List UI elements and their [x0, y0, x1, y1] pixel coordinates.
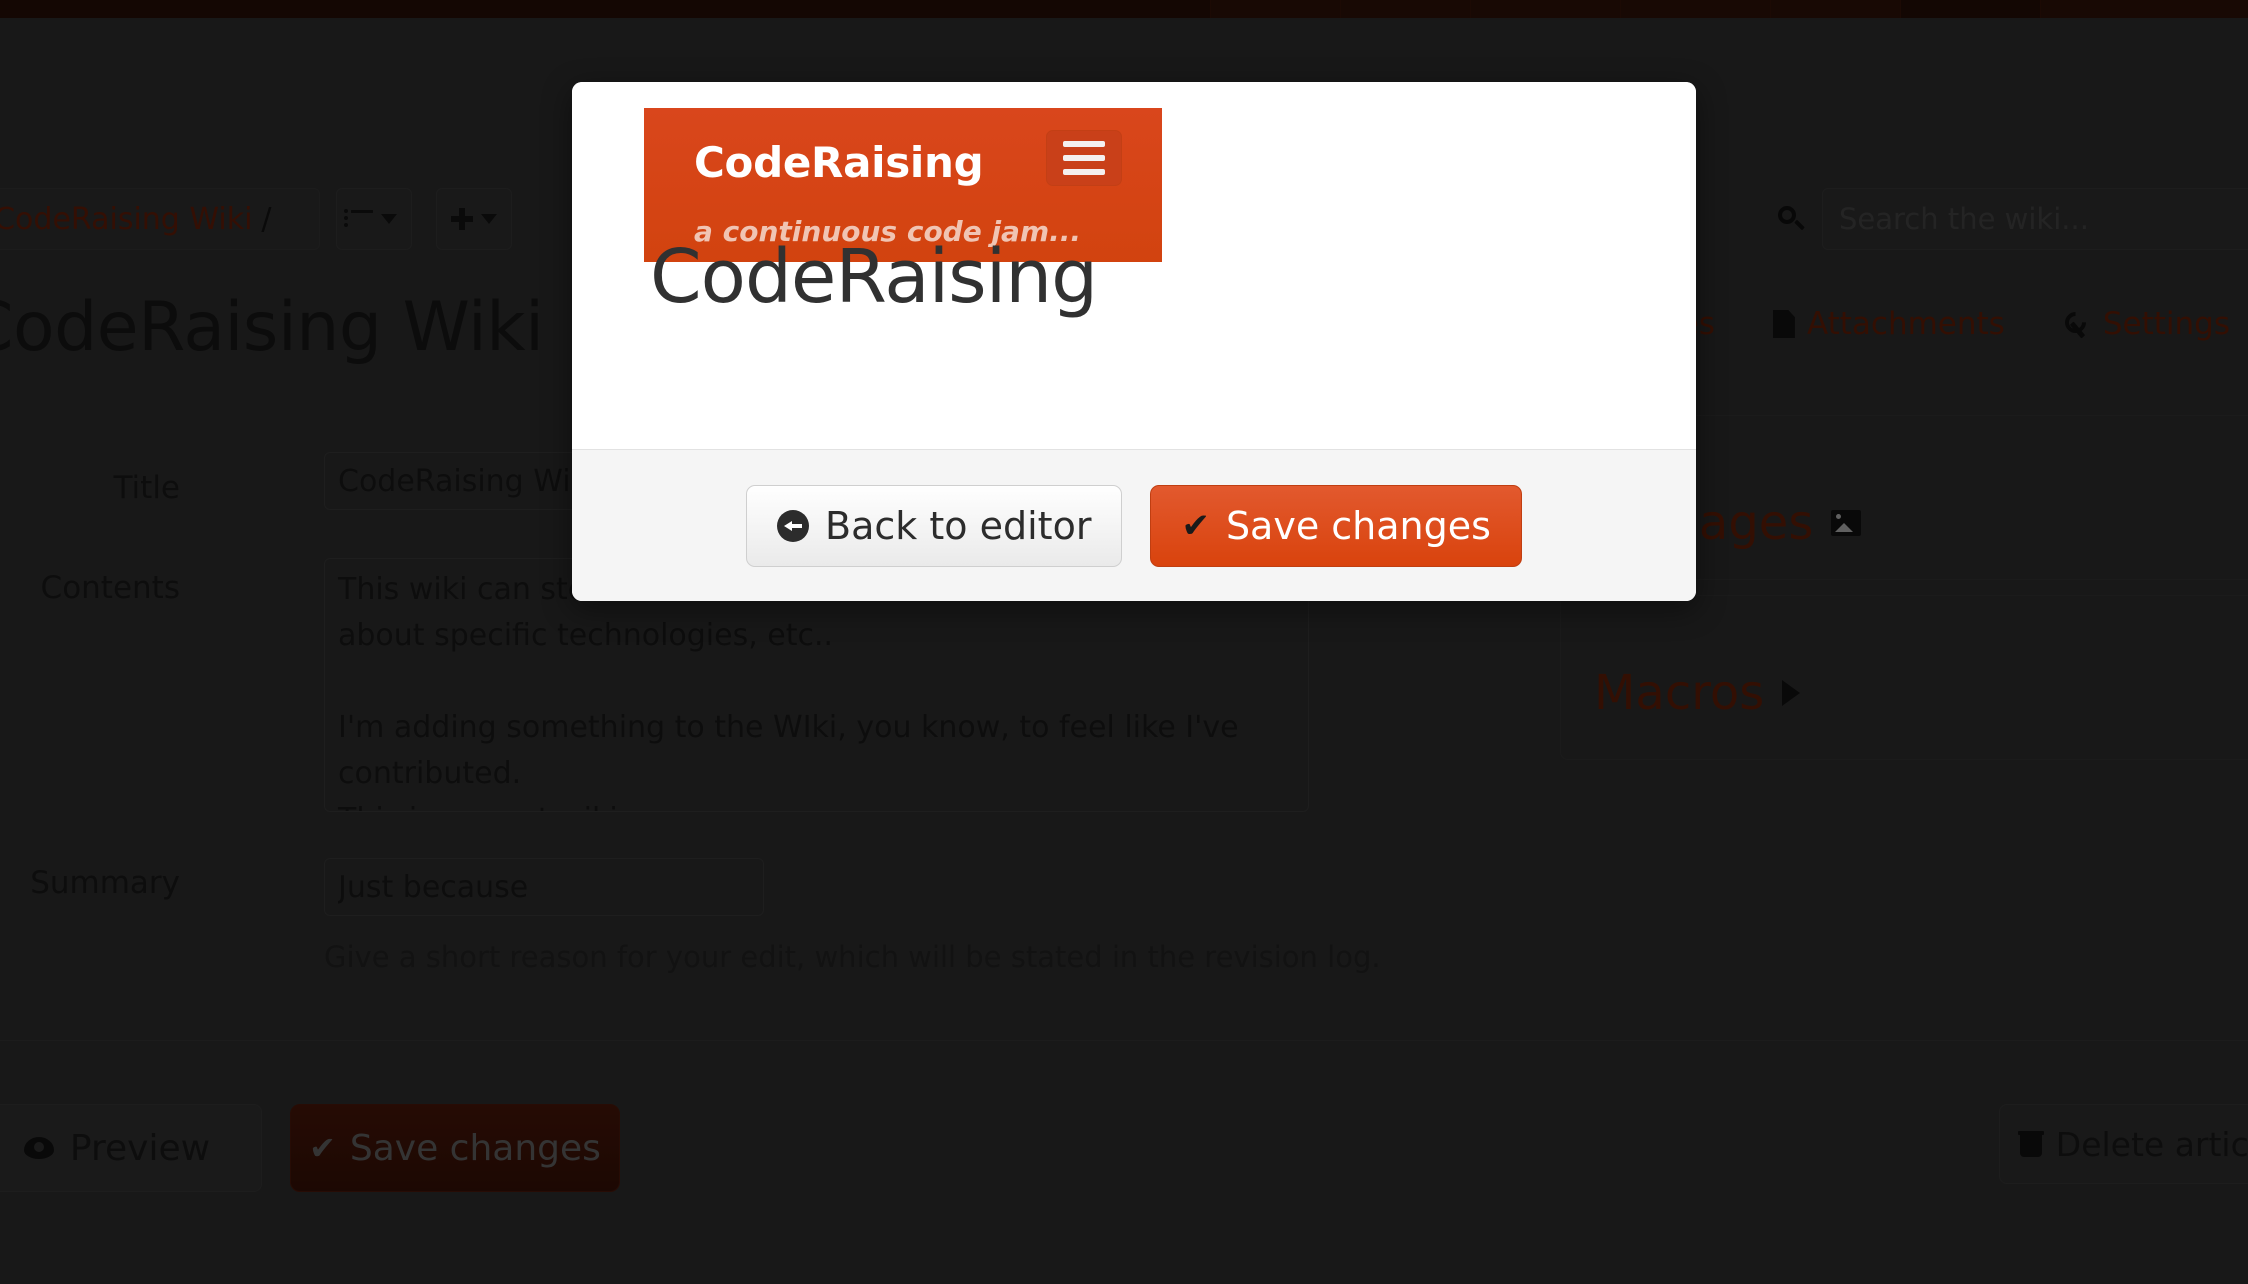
search-input[interactable] [1822, 188, 2248, 250]
check-icon: ✔ [309, 1129, 336, 1167]
wrench-icon [2063, 310, 2091, 338]
delete-article-button-label: Delete article [2055, 1124, 2248, 1164]
navbar-segment [1770, 0, 1900, 18]
caret-right-icon [1782, 680, 1801, 706]
page-title: CodeRaising Wiki [0, 288, 544, 367]
panel-macros-title: Macros [1594, 665, 1765, 721]
add-dropdown-button[interactable] [436, 188, 512, 250]
delete-article-button[interactable]: Delete article [1999, 1104, 2248, 1184]
list-dropdown-button[interactable] [336, 188, 412, 250]
eye-icon [23, 1137, 54, 1159]
tab-attachments[interactable]: Attachments [1772, 306, 2005, 342]
modal-save-changes-button[interactable]: ✔ Save changes [1150, 484, 1522, 567]
preview-brand: CodeRaising [694, 138, 984, 187]
image-icon [1831, 510, 1862, 536]
check-icon: ✔ [1181, 505, 1210, 546]
contents-label: Contents [40, 570, 180, 606]
title-label: Title [113, 470, 180, 506]
hamburger-icon[interactable] [1046, 130, 1122, 186]
navbar-segment-active [1900, 0, 2040, 18]
search-area [1778, 188, 2248, 250]
chevron-down-icon [481, 214, 497, 224]
preview-modal: CodeRaising a continuous code jam... Cod… [572, 82, 1696, 601]
trash-icon [2017, 1131, 2044, 1157]
panel-macros-header[interactable]: Macros [1594, 665, 1801, 721]
tab-settings[interactable]: Settings [2063, 306, 2230, 342]
preview-button[interactable]: Preview [0, 1104, 262, 1192]
summary-help-text: Give a short reason for your edit, which… [324, 940, 1381, 974]
breadcrumb[interactable]: / CodeRaising Wiki / [0, 188, 320, 250]
plus-icon [451, 208, 473, 230]
list-icon [344, 209, 373, 228]
breadcrumb-link-wiki[interactable]: CodeRaising Wiki [0, 202, 252, 237]
file-icon [1772, 310, 1795, 338]
summary-label: Summary [30, 865, 180, 901]
navbar-segment [1210, 0, 1340, 18]
arrow-left-circle-icon [777, 509, 810, 542]
back-to-editor-button[interactable]: Back to editor [746, 484, 1123, 567]
back-to-editor-label: Back to editor [825, 503, 1092, 548]
preview-article-heading: CodeRaising [650, 234, 1098, 320]
save-changes-button[interactable]: ✔ Save changes [290, 1104, 620, 1192]
preview-button-label: Preview [69, 1127, 211, 1169]
summary-input[interactable] [324, 858, 764, 916]
breadcrumb-separator-trailing: / [261, 201, 272, 237]
search-icon[interactable] [1778, 206, 1805, 232]
preview-modal-body: CodeRaising a continuous code jam... Cod… [572, 82, 1696, 449]
tab-attachments-label: Attachments [1806, 306, 2005, 342]
preview-modal-footer: Back to editor ✔ Save changes [572, 449, 1696, 601]
top-navbar-strip [0, 0, 2248, 18]
navbar-segment [2040, 0, 2248, 18]
modal-save-changes-label: Save changes [1225, 503, 1491, 548]
navbar-segment [1470, 0, 1620, 18]
navbar-segment [1340, 0, 1470, 18]
save-changes-button-label: Save changes [349, 1127, 601, 1169]
chevron-down-icon [381, 214, 397, 224]
tab-settings-label: Settings [2102, 306, 2230, 342]
bottom-divider [0, 1040, 2248, 1041]
navbar-segment [1620, 0, 1770, 18]
